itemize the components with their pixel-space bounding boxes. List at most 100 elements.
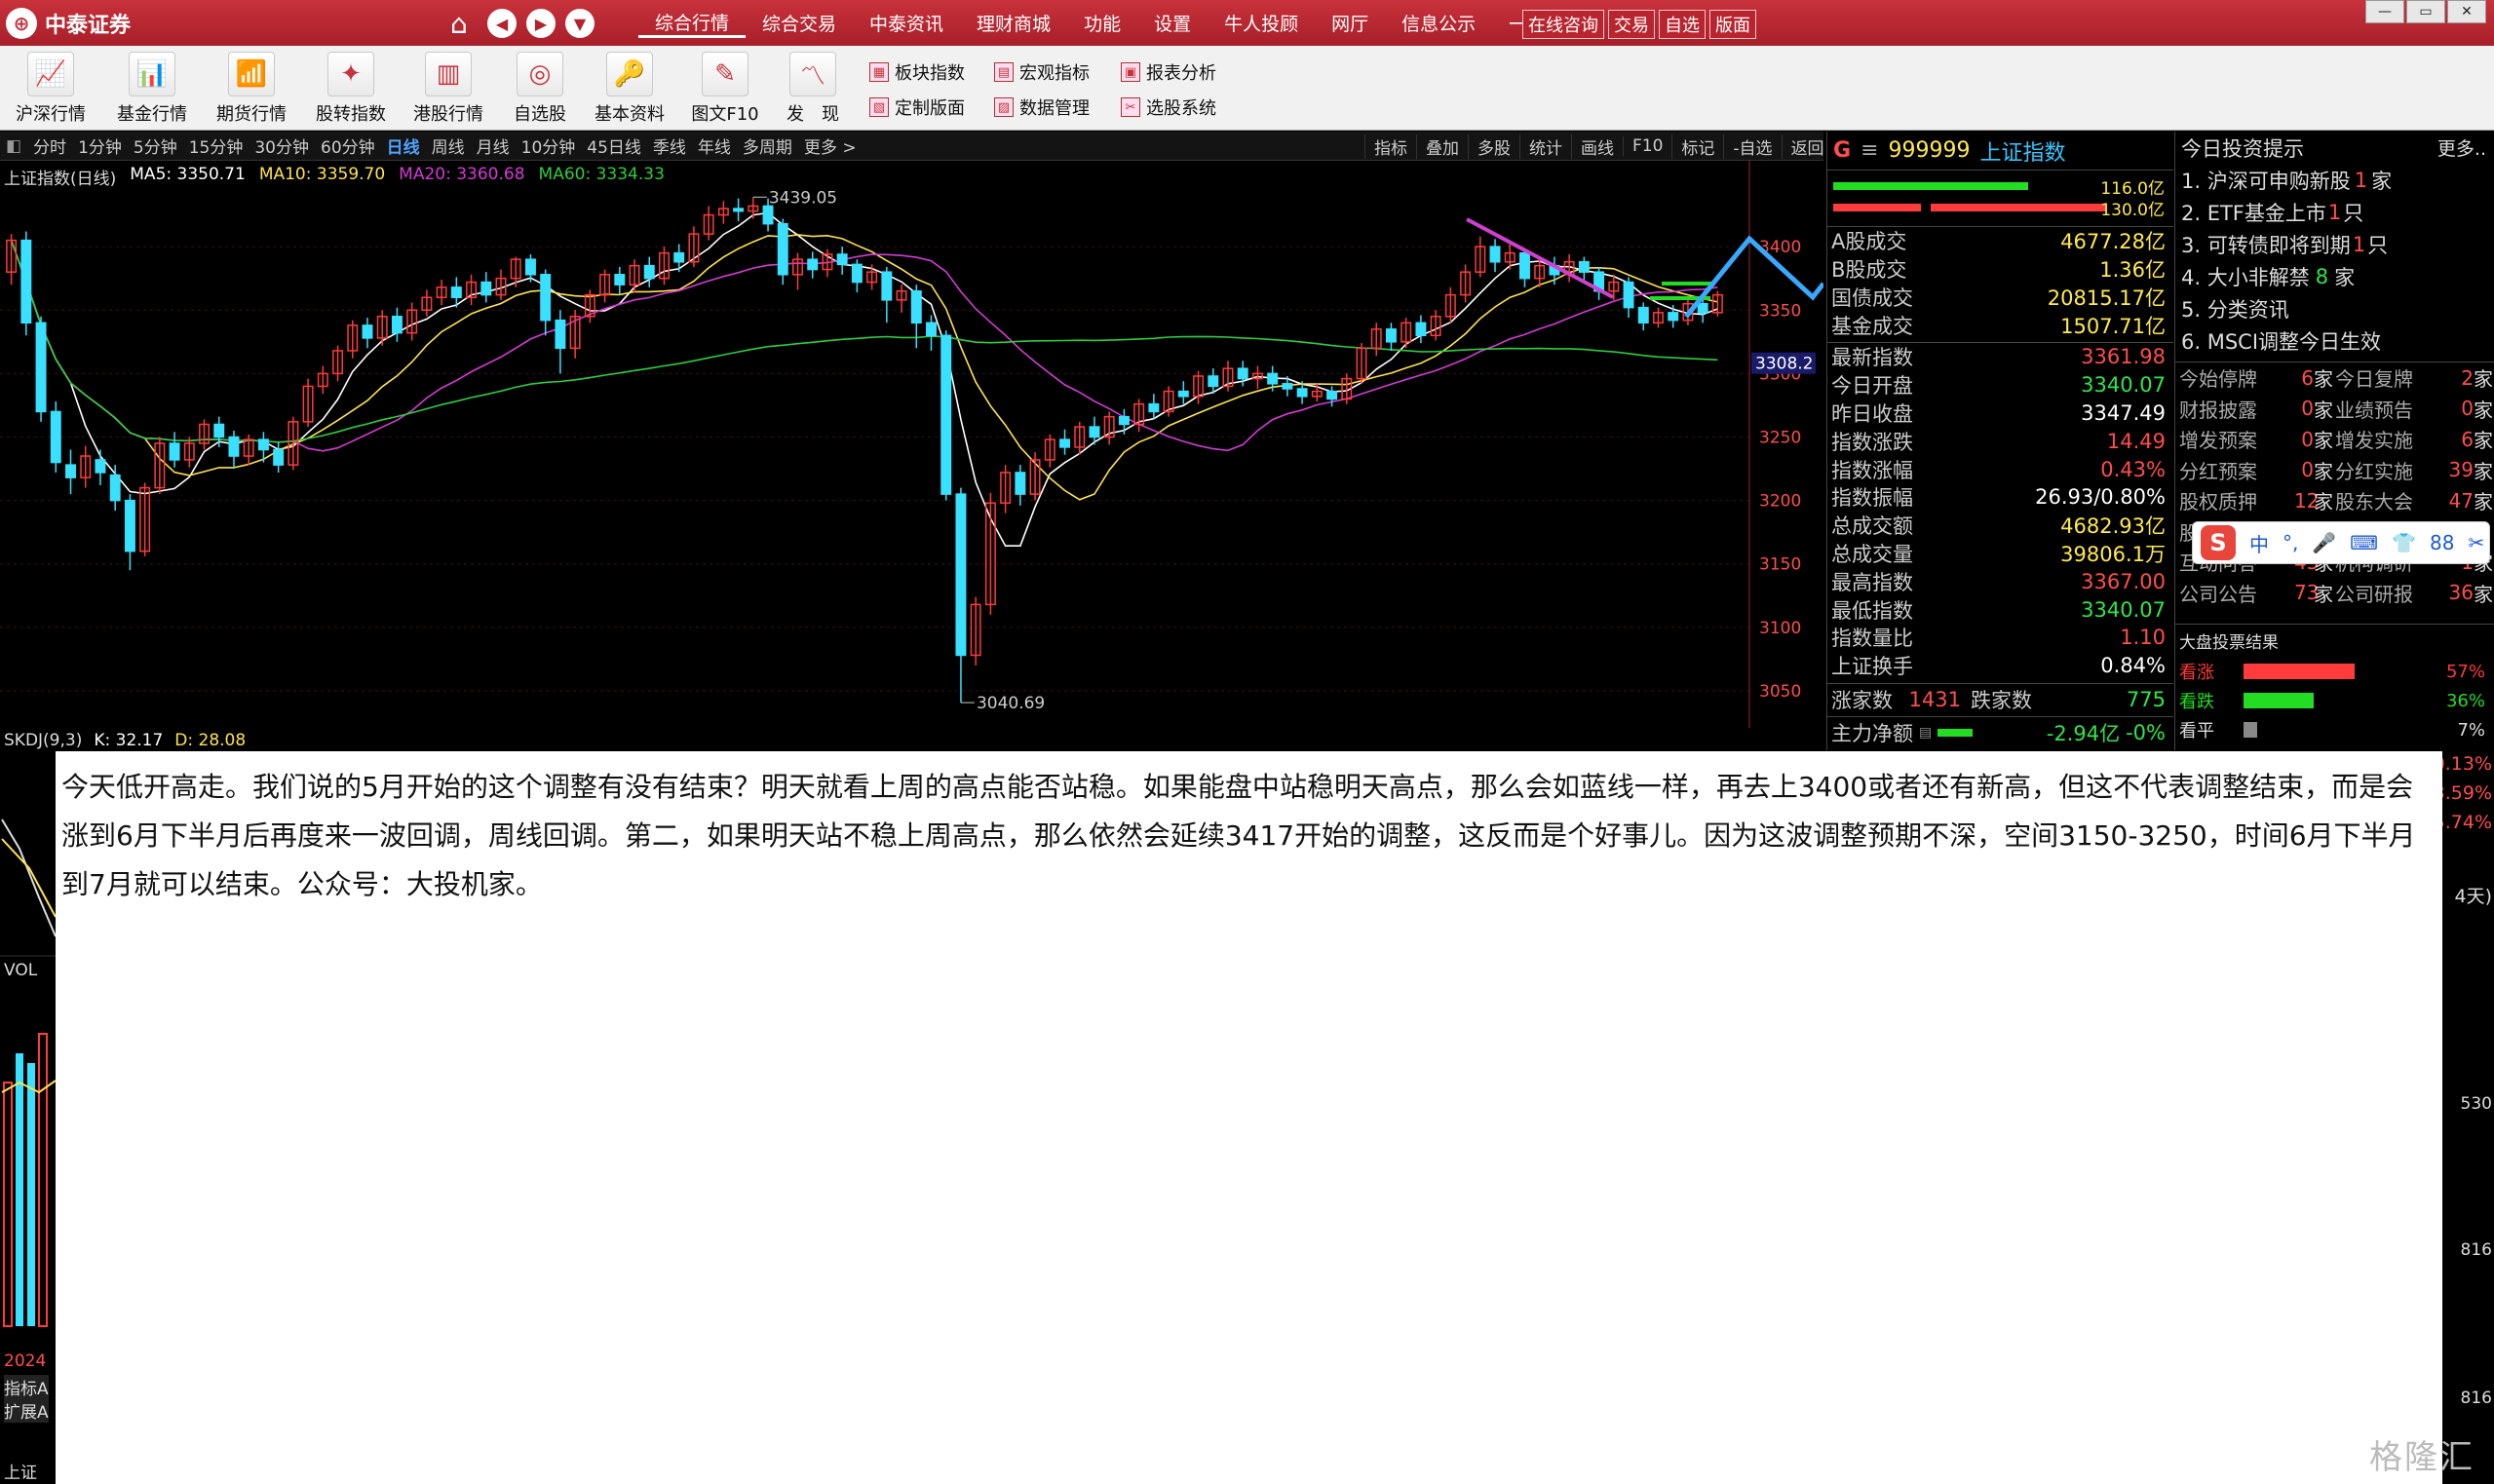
- forward-icon[interactable]: ▶: [526, 9, 556, 38]
- trend-icon: 〽: [789, 52, 836, 96]
- detail-icon[interactable]: ▤: [1919, 725, 1932, 741]
- chart-tool[interactable]: 统计: [1519, 133, 1571, 159]
- tool-f10[interactable]: ✎ 图文F10: [680, 52, 770, 128]
- tool-sh-sz-quotes[interactable]: 📈 沪深行情: [6, 52, 96, 128]
- tab-period[interactable]: 年线: [692, 133, 737, 158]
- chart-tool[interactable]: 画线: [1571, 133, 1623, 159]
- tab-period[interactable]: 更多 >: [798, 133, 863, 158]
- chart-tool[interactable]: 指标: [1364, 133, 1416, 159]
- watchlist-button[interactable]: 自选: [1659, 10, 1706, 39]
- ime-logo-icon[interactable]: S: [2201, 525, 2236, 560]
- vote-row[interactable]: 看涨 57%: [2179, 657, 2491, 686]
- ime-toolbar[interactable]: S 中 °, 🎤 ⌨ 👕 88 ✂: [2192, 521, 2490, 564]
- vote-row[interactable]: 看平 7%: [2179, 715, 2491, 744]
- kline-chart[interactable]: 340033503300325032003150310030503308.2 3…: [0, 161, 1823, 728]
- trade-button[interactable]: 交易: [1608, 10, 1655, 39]
- tool-report[interactable]: ▣ 报表分析: [1121, 59, 1216, 85]
- menu-item[interactable]: 综合交易: [746, 10, 853, 36]
- tab-period[interactable]: 1分钟: [72, 133, 128, 158]
- candle-down: [1623, 281, 1634, 309]
- tool-futures-quotes[interactable]: 📶 期货行情: [207, 52, 296, 128]
- panel-toggle-icon[interactable]: ◧: [0, 136, 27, 156]
- vote-row[interactable]: 看跌 36%: [2179, 686, 2491, 715]
- annotation-label: 3040.69: [977, 694, 1045, 713]
- back-icon[interactable]: ◀: [487, 9, 517, 38]
- candle-down: [881, 271, 893, 301]
- tip-item[interactable]: 1. 沪深可申购新股 1 家: [2175, 164, 2494, 196]
- menu-item[interactable]: 理财商城: [960, 10, 1067, 36]
- dropdown-icon[interactable]: ▼: [565, 9, 595, 38]
- minimize-icon[interactable]: —: [2365, 0, 2404, 23]
- tip-item[interactable]: 4. 大小非解禁 8 家: [2175, 260, 2494, 292]
- tab-period[interactable]: 10分钟: [516, 133, 582, 158]
- tip-item[interactable]: 3. 可转债即将到期 1 只: [2175, 228, 2494, 260]
- candle-down: [362, 324, 373, 339]
- tool-discover[interactable]: 〽发 现: [768, 52, 858, 128]
- apps-icon[interactable]: 88: [2430, 531, 2454, 554]
- more-link[interactable]: 更多..: [2437, 134, 2486, 161]
- stat-row[interactable]: 增发预案 0 家增发实施 6 家: [2175, 424, 2494, 455]
- chart-tool[interactable]: 多股: [1468, 133, 1519, 159]
- menu-item[interactable]: 功能: [1067, 10, 1137, 36]
- skin-icon[interactable]: 👕: [2392, 531, 2416, 554]
- ime-item[interactable]: 中: [2249, 529, 2269, 557]
- logo-text: 中泰证券: [45, 14, 132, 38]
- candle-down: [1237, 367, 1248, 380]
- tools-icon[interactable]: ✂: [2469, 531, 2485, 554]
- chart-tool[interactable]: 标记: [1671, 133, 1723, 159]
- tip-item[interactable]: 2. ETF基金上市 1 只: [2175, 196, 2494, 228]
- tab-period[interactable]: 60分钟: [315, 133, 381, 158]
- tab-period[interactable]: 月线: [471, 133, 516, 158]
- tool-fund-quotes[interactable]: 📊 基金行情: [107, 52, 197, 128]
- menu-item[interactable]: 信息公示: [1385, 10, 1492, 36]
- online-consult-button[interactable]: 在线咨询: [1522, 10, 1604, 39]
- tab-period-active[interactable]: 日线: [381, 133, 426, 158]
- chart-tool[interactable]: 叠加: [1416, 133, 1468, 159]
- tab-period[interactable]: 15分钟: [183, 133, 249, 158]
- stat-row[interactable]: 股权质押 12 家股东大会 47 家: [2175, 485, 2494, 516]
- close-icon[interactable]: ✕: [2447, 0, 2486, 23]
- tool-custom-layout[interactable]: ▧ 定制版面: [869, 95, 965, 120]
- keyboard-icon[interactable]: ⌨: [2350, 531, 2378, 554]
- stat-row[interactable]: 公司公告 73 家公司研报 36 家: [2175, 578, 2494, 609]
- mic-icon[interactable]: 🎤: [2312, 531, 2336, 554]
- indicator-tab[interactable]: 指标A: [4, 1375, 49, 1399]
- candle-down: [1519, 251, 1530, 280]
- tab-period[interactable]: 分时: [27, 133, 72, 158]
- chart-tool[interactable]: 返回: [1781, 133, 1833, 159]
- chart-tool[interactable]: F10: [1623, 136, 1671, 156]
- tool-macro[interactable]: ▤ 宏观指标: [994, 59, 1090, 85]
- menu-item[interactable]: 牛人投顾: [1208, 10, 1315, 36]
- bottom-label: 上证: [4, 1464, 37, 1483]
- tab-period[interactable]: 45日线: [581, 133, 647, 158]
- tip-item[interactable]: 6. MSCI调整今日生效: [2175, 324, 2494, 357]
- tool-stock-picker[interactable]: ✂ 选股系统: [1121, 95, 1216, 120]
- tool-watchlist[interactable]: ◎ 自选股: [495, 52, 585, 128]
- tool-sector-index[interactable]: ▦ 板块指数: [869, 59, 965, 85]
- tab-period[interactable]: 多周期: [737, 133, 798, 158]
- tab-period[interactable]: 季线: [647, 133, 692, 158]
- home-icon[interactable]: ⌂: [450, 8, 468, 40]
- stat-row[interactable]: 财报披露 0 家业绩预告 0 家: [2175, 394, 2494, 425]
- tab-period[interactable]: 5分钟: [128, 133, 183, 158]
- tab-period[interactable]: 30分钟: [249, 133, 315, 158]
- menu-item[interactable]: 设置: [1137, 10, 1208, 36]
- tool-neeq-index[interactable]: ✦ 股转指数: [306, 52, 396, 128]
- menu-item[interactable]: 网厅: [1315, 10, 1385, 36]
- ime-item[interactable]: °,: [2283, 531, 2298, 554]
- tool-data-manage[interactable]: ▨ 数据管理: [994, 95, 1090, 120]
- stat-row[interactable]: 分红预案 0 家分红实施 39 家: [2175, 455, 2494, 486]
- restore-icon[interactable]: ▭: [2406, 0, 2445, 23]
- menu-item[interactable]: 综合行情: [638, 9, 747, 38]
- extension-tab[interactable]: 扩展A: [4, 1398, 49, 1423]
- layout-button[interactable]: 版面: [1709, 10, 1756, 39]
- tool-basic-info[interactable]: 🔑 基本资料: [585, 52, 674, 128]
- stat-row[interactable]: 今始停牌 6 家今日复牌 2 家: [2175, 362, 2494, 394]
- chart-tool[interactable]: -自选: [1723, 133, 1781, 159]
- menu-item[interactable]: 中泰资讯: [853, 10, 960, 36]
- tab-period[interactable]: 周线: [426, 133, 471, 158]
- tip-item[interactable]: 5. 分类资讯: [2175, 292, 2494, 324]
- menu-icon[interactable]: ≡: [1861, 138, 1878, 163]
- vol-label: VOL: [4, 961, 38, 980]
- tool-hk-quotes[interactable]: ▥ 港股行情: [403, 52, 493, 128]
